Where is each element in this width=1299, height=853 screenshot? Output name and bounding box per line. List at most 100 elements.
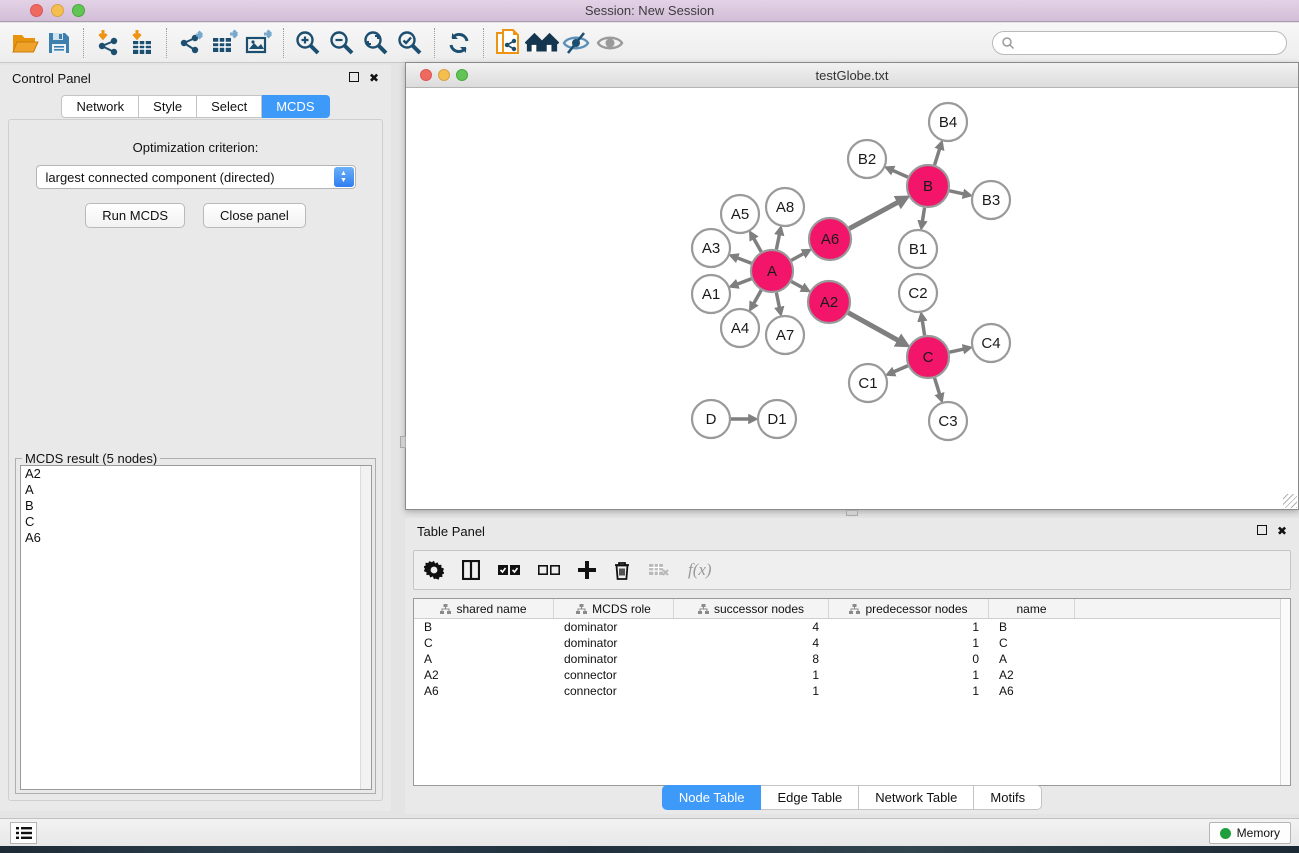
result-item[interactable]: A6 <box>21 530 371 546</box>
table-cell[interactable]: 1 <box>674 684 829 698</box>
column-header-successor-nodes[interactable]: successor nodes <box>674 599 829 618</box>
table-cell[interactable]: 1 <box>829 636 989 650</box>
tab-network[interactable]: Network <box>61 95 139 118</box>
export-table-icon[interactable] <box>208 27 242 59</box>
graph-edge-C-C4[interactable] <box>949 349 964 352</box>
graph-edge-A-A5[interactable] <box>753 237 761 252</box>
network-close-button[interactable] <box>420 69 432 81</box>
graph-edge-A2-C[interactable] <box>848 313 900 342</box>
search-input[interactable] <box>1015 34 1286 52</box>
table-scrollbar[interactable] <box>1280 599 1290 785</box>
table-cell[interactable]: A6 <box>989 684 1075 698</box>
mcds-result-list[interactable]: A2ABCA6 <box>20 465 372 790</box>
table-cell[interactable]: dominator <box>554 652 674 666</box>
import-network-icon[interactable] <box>91 27 125 59</box>
graph-edge-A-A1[interactable] <box>736 279 751 285</box>
table-cell[interactable]: connector <box>554 684 674 698</box>
tab-network-table[interactable]: Network Table <box>859 785 974 810</box>
table-cell[interactable]: dominator <box>554 620 674 634</box>
result-scrollbar[interactable] <box>360 466 371 789</box>
import-table-icon[interactable] <box>125 27 159 59</box>
table-cell[interactable]: B <box>989 620 1075 634</box>
table-cell[interactable]: A2 <box>989 668 1075 682</box>
search-field[interactable] <box>992 31 1287 55</box>
table-cell[interactable]: C <box>414 636 554 650</box>
table-cell[interactable]: dominator <box>554 636 674 650</box>
result-item[interactable]: B <box>21 498 371 514</box>
network-minimize-button[interactable] <box>438 69 450 81</box>
resize-grip[interactable] <box>1283 494 1297 508</box>
graph-edge-A-A8[interactable] <box>776 233 779 249</box>
graph-edge-A-A4[interactable] <box>753 290 761 305</box>
delete-column-icon[interactable] <box>614 561 630 580</box>
table-row[interactable]: Bdominator41B <box>414 619 1290 635</box>
open-file-icon[interactable] <box>8 27 42 59</box>
close-panel-icon[interactable]: ✖ <box>1277 525 1287 537</box>
cybrowser-home-icon[interactable] <box>525 27 559 59</box>
graph-edge-B-B2[interactable] <box>891 170 907 177</box>
table-cell[interactable]: A <box>414 652 554 666</box>
split-pane-handle[interactable] <box>846 510 858 516</box>
network-canvas[interactable]: B4B2BB3A8A5A6A3B1AC2A1A2A4A7C4CC1C3DD1 <box>408 89 1297 508</box>
graph-edge-C-C1[interactable] <box>892 366 907 373</box>
tab-motifs[interactable]: Motifs <box>974 785 1042 810</box>
minimize-window-button[interactable] <box>51 4 64 17</box>
run-mcds-button[interactable]: Run MCDS <box>85 203 185 228</box>
column-header-predecessor-nodes[interactable]: predecessor nodes <box>829 599 989 618</box>
result-item[interactable]: C <box>21 514 371 530</box>
graph-edge-A6-B[interactable] <box>849 201 900 228</box>
zoom-out-icon[interactable] <box>325 27 359 59</box>
table-cell[interactable]: 1 <box>829 620 989 634</box>
zoom-in-icon[interactable] <box>291 27 325 59</box>
graph-edge-B-B1[interactable] <box>922 208 924 223</box>
table-cell[interactable]: 1 <box>829 684 989 698</box>
close-window-button[interactable] <box>30 4 43 17</box>
graph-edge-C-C2[interactable] <box>922 319 924 335</box>
tab-select[interactable]: Select <box>197 95 262 118</box>
result-item[interactable]: A2 <box>21 466 371 482</box>
graph-edge-A-A2[interactable] <box>791 282 803 289</box>
table-cell[interactable]: 4 <box>674 636 829 650</box>
column-header-name[interactable]: name <box>989 599 1075 618</box>
tab-edge-table[interactable]: Edge Table <box>761 785 859 810</box>
table-cell[interactable]: 1 <box>674 668 829 682</box>
memory-button[interactable]: Memory <box>1209 822 1291 844</box>
zoom-selected-icon[interactable] <box>393 27 427 59</box>
graph-edge-B-B3[interactable] <box>949 191 964 194</box>
show-graphics-details-icon[interactable] <box>593 27 627 59</box>
table-row[interactable]: A6connector11A6 <box>414 683 1290 699</box>
deselect-all-rows-icon[interactable] <box>538 564 560 576</box>
close-panel-icon[interactable]: ✖ <box>369 72 379 84</box>
float-panel-icon[interactable] <box>1257 525 1267 537</box>
table-row[interactable]: A2connector11A2 <box>414 667 1290 683</box>
hide-graphics-details-icon[interactable] <box>559 27 593 59</box>
graph-edge-A-A3[interactable] <box>736 257 751 263</box>
table-cell[interactable]: B <box>414 620 554 634</box>
table-settings-gear-icon[interactable] <box>424 560 444 580</box>
refresh-icon[interactable] <box>442 27 476 59</box>
select-all-rows-icon[interactable] <box>498 564 520 576</box>
save-session-icon[interactable] <box>42 27 76 59</box>
column-header-shared-name[interactable]: shared name <box>414 599 554 618</box>
delete-table-icon[interactable] <box>648 563 670 577</box>
table-cell[interactable]: A <box>989 652 1075 666</box>
show-columns-icon[interactable] <box>462 560 480 580</box>
table-cell[interactable]: 8 <box>674 652 829 666</box>
close-panel-button[interactable]: Close panel <box>203 203 306 228</box>
graph-edge-A-A6[interactable] <box>791 253 805 261</box>
tab-style[interactable]: Style <box>139 95 197 118</box>
table-row[interactable]: Adominator80A <box>414 651 1290 667</box>
create-column-icon[interactable] <box>578 561 596 579</box>
tab-node-table[interactable]: Node Table <box>662 785 762 810</box>
table-cell[interactable]: A2 <box>414 668 554 682</box>
task-history-button[interactable] <box>10 822 37 844</box>
table-cell[interactable]: C <box>989 636 1075 650</box>
float-panel-icon[interactable] <box>349 72 359 84</box>
network-graph[interactable]: B4B2BB3A8A5A6A3B1AC2A1A2A4A7C4CC1C3DD1 <box>408 89 1297 508</box>
maximize-window-button[interactable] <box>72 4 85 17</box>
function-builder-icon[interactable]: f(x) <box>688 560 712 580</box>
table-cell[interactable]: A6 <box>414 684 554 698</box>
export-image-icon[interactable] <box>242 27 276 59</box>
result-item[interactable]: A <box>21 482 371 498</box>
table-row[interactable]: Cdominator41C <box>414 635 1290 651</box>
